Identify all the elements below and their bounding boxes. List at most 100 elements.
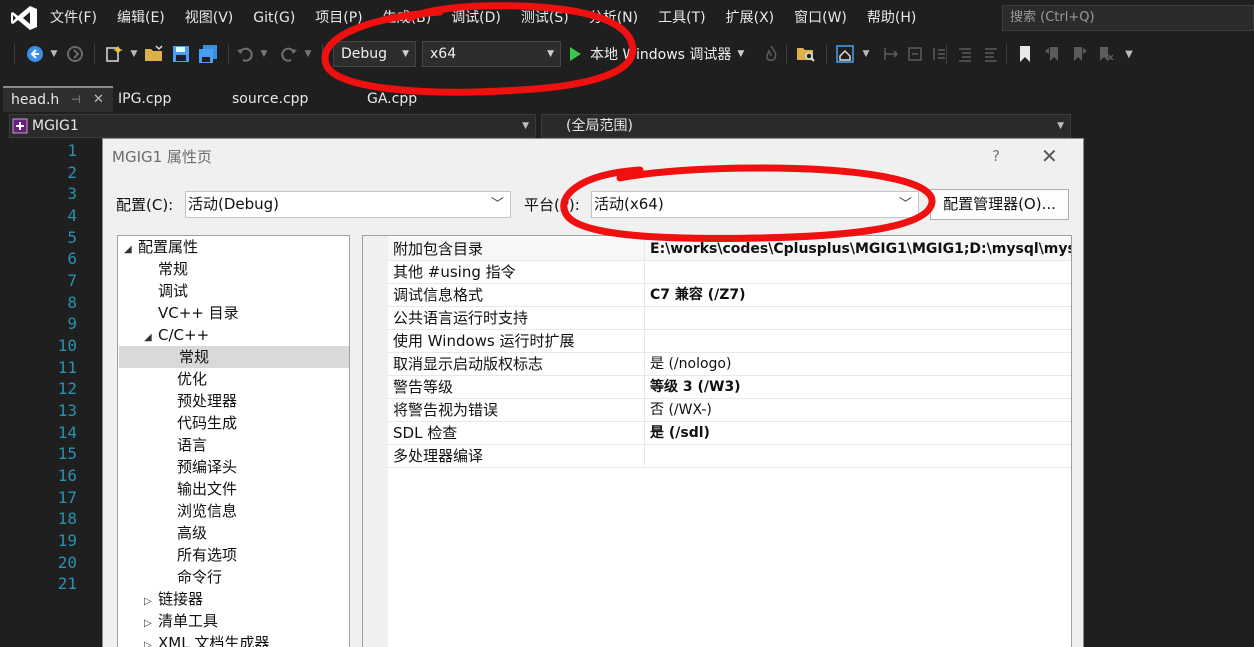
pin-icon[interactable]: ⊣: [71, 88, 81, 112]
property-row[interactable]: 调试信息格式 C7 兼容 (/Z7): [388, 284, 1071, 307]
navigate-back-dropdown-icon[interactable]: ▼: [48, 42, 60, 66]
toolbar-overflow-icon[interactable]: ▼: [1122, 42, 1136, 66]
property-row[interactable]: 多处理器编译: [388, 445, 1071, 468]
solution-configuration-combo[interactable]: Debug ▼: [333, 41, 416, 67]
tab-ipg-cpp[interactable]: IPG.cpp: [118, 86, 171, 112]
tree-expanded-icon[interactable]: ◢: [124, 239, 138, 261]
tree-item[interactable]: 常规: [119, 346, 349, 368]
new-project-icon[interactable]: [102, 42, 126, 66]
search-input[interactable]: 搜索 (Ctrl+Q): [1002, 5, 1254, 31]
menu-window[interactable]: 窗口(W): [784, 0, 857, 36]
redo-icon[interactable]: [278, 42, 300, 66]
property-grid[interactable]: 附加包含目录 E:\works\codes\Cplusplus\MGIG1\MGI…: [362, 235, 1072, 647]
comment-lines-icon[interactable]: [954, 42, 976, 66]
next-bookmark-icon[interactable]: [1068, 42, 1090, 66]
property-row[interactable]: 公共语言运行时支持: [388, 307, 1071, 330]
browser-link-icon[interactable]: [834, 42, 856, 66]
property-value[interactable]: [650, 261, 1071, 283]
start-debugging-button[interactable]: 本地 Windows 调试器 ▼: [568, 41, 744, 67]
navigate-back-icon[interactable]: [24, 42, 46, 66]
menu-tools[interactable]: 工具(T): [648, 0, 715, 36]
menu-edit[interactable]: 编辑(E): [107, 0, 175, 36]
property-value[interactable]: [650, 445, 1071, 467]
property-row[interactable]: 警告等级 等级 3 (/W3): [388, 376, 1071, 399]
tree-collapsed-icon[interactable]: ▷: [144, 635, 158, 647]
menu-test[interactable]: 测试(S): [511, 0, 579, 36]
scope-dropdown[interactable]: (全局范围) ▼: [541, 114, 1071, 138]
hot-reload-icon[interactable]: [762, 42, 780, 66]
bookmark-icon[interactable]: [1014, 42, 1036, 66]
tree-item[interactable]: ◢ 配置属性: [124, 236, 198, 258]
menu-extensions[interactable]: 扩展(X): [716, 0, 785, 36]
property-row[interactable]: 其他 #using 指令: [388, 261, 1071, 284]
tree-item[interactable]: 语言: [177, 434, 207, 456]
menu-view[interactable]: 视图(V): [175, 0, 244, 36]
property-row[interactable]: 取消显示启动版权标志是 (/nologo): [388, 353, 1071, 376]
navigate-forward-icon[interactable]: [64, 42, 86, 66]
property-value[interactable]: [650, 307, 1071, 329]
menu-file[interactable]: 文件(F): [40, 0, 107, 36]
tree-item[interactable]: 预编译头: [177, 456, 237, 478]
find-in-files-icon[interactable]: [794, 42, 818, 66]
property-row[interactable]: 使用 Windows 运行时扩展: [388, 330, 1071, 353]
visual-studio-logo-icon[interactable]: [10, 5, 38, 31]
previous-bookmark-icon[interactable]: [1042, 42, 1064, 66]
configuration-manager-button[interactable]: 配置管理器(O)...: [930, 189, 1069, 220]
tab-ga-cpp[interactable]: GA.cpp: [367, 86, 417, 112]
save-all-icon[interactable]: [196, 42, 220, 66]
menu-debug[interactable]: 调试(D): [441, 0, 511, 36]
tree-item[interactable]: 调试: [158, 280, 188, 302]
step-into-icon[interactable]: [880, 42, 902, 66]
tree-item[interactable]: VC++ 目录: [158, 302, 239, 324]
tree-item[interactable]: 浏览信息: [177, 500, 237, 522]
property-value[interactable]: 是 (/nologo): [650, 353, 1071, 375]
tree-item[interactable]: ▷ 链接器: [144, 588, 203, 610]
undo-dropdown-icon[interactable]: ▼: [258, 42, 270, 66]
redo-dropdown-icon[interactable]: ▼: [302, 42, 314, 66]
menu-build[interactable]: 生成(B): [373, 0, 442, 36]
tree-item[interactable]: 命令行: [177, 566, 222, 588]
tree-item[interactable]: 高级: [177, 522, 207, 544]
property-value[interactable]: E:\works\codes\Cplusplus\MGIG1\MGIG1;D:\…: [650, 238, 1071, 260]
property-value[interactable]: 否 (/WX-): [650, 399, 1071, 421]
chevron-down-icon[interactable]: ▼: [737, 49, 744, 59]
tree-item[interactable]: 常规: [158, 258, 188, 280]
tree-item[interactable]: ▷ 清单工具: [144, 610, 218, 632]
property-value[interactable]: [650, 330, 1071, 352]
property-row[interactable]: 附加包含目录 E:\works\codes\Cplusplus\MGIG1\MGI…: [388, 238, 1071, 261]
tree-item[interactable]: 所有选项: [177, 544, 237, 566]
tab-source-cpp[interactable]: source.cpp: [232, 86, 308, 112]
close-tab-icon[interactable]: ✕: [93, 88, 104, 112]
tree-item[interactable]: ◢ C/C++: [144, 324, 209, 346]
menu-help[interactable]: 帮助(H): [857, 0, 926, 36]
new-project-dropdown-icon[interactable]: ▼: [128, 42, 140, 66]
platform-select[interactable]: 活动(x64) ﹀: [591, 191, 919, 218]
close-icon[interactable]: ✕: [1041, 139, 1058, 175]
save-icon[interactable]: [170, 42, 192, 66]
tree-item[interactable]: 预处理器: [177, 390, 237, 412]
tree-item[interactable]: ▷ XML 文档生成器: [144, 632, 269, 647]
tree-item[interactable]: 输出文件: [177, 478, 237, 500]
configuration-select[interactable]: 活动(Debug) ﹀: [185, 191, 511, 218]
menu-git[interactable]: Git(G): [243, 0, 305, 36]
property-value[interactable]: 等级 3 (/W3): [650, 376, 1071, 398]
browser-link-dropdown-icon[interactable]: ▼: [860, 42, 872, 66]
step-over-icon[interactable]: [904, 42, 926, 66]
project-dropdown[interactable]: MGIG1 ▼: [9, 114, 536, 138]
property-value[interactable]: C7 兼容 (/Z7): [650, 284, 1071, 306]
tree-item[interactable]: 代码生成: [177, 412, 237, 434]
tree-item[interactable]: 优化: [177, 368, 207, 390]
property-row[interactable]: SDL 检查是 (/sdl): [388, 422, 1071, 445]
help-icon[interactable]: ?: [992, 139, 1000, 175]
solution-platform-combo[interactable]: x64 ▼: [422, 41, 561, 67]
property-row[interactable]: 将警告视为错误否 (/WX-): [388, 399, 1071, 422]
property-value[interactable]: 是 (/sdl): [650, 422, 1071, 444]
undo-icon[interactable]: [234, 42, 256, 66]
open-folder-icon[interactable]: [142, 42, 166, 66]
menu-project[interactable]: 项目(P): [305, 0, 372, 36]
clear-bookmarks-icon[interactable]: [1094, 42, 1116, 66]
menu-analyze[interactable]: 分析(N): [579, 0, 648, 36]
tab-head-h[interactable]: head.h ⊣ ✕: [3, 86, 113, 112]
property-tree[interactable]: ◢ 配置属性 常规 调试 VC++ 目录 ◢ C/C++ 常规 优化 预处理器 代码生成 语言 预编译头…: [117, 235, 350, 647]
uncomment-lines-icon[interactable]: [980, 42, 1002, 66]
